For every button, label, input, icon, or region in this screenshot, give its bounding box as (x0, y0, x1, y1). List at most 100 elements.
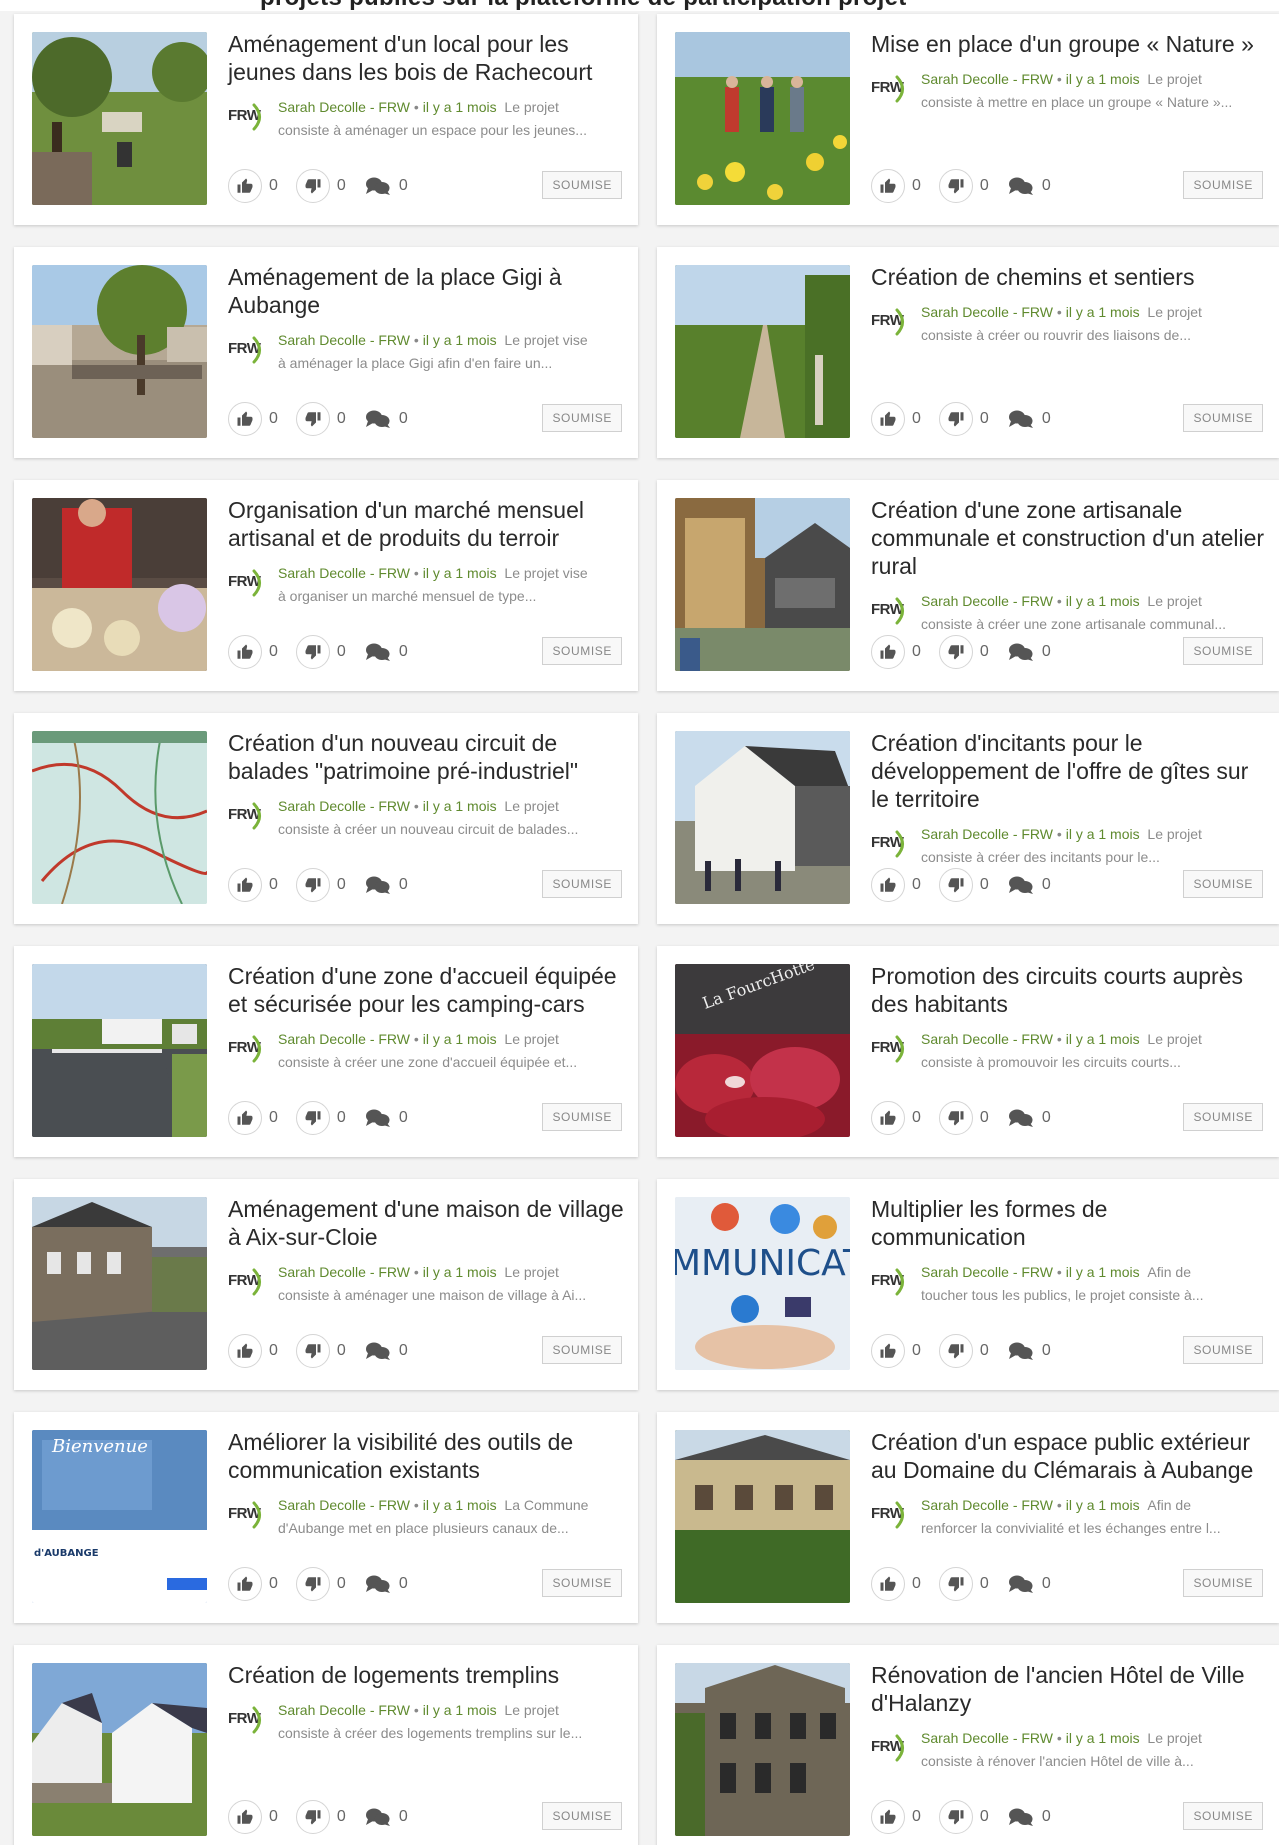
project-card[interactable]: Création d'une zone artisanale communale… (657, 480, 1279, 691)
thumbs-up-icon[interactable] (871, 402, 905, 436)
thumbs-down-icon[interactable] (938, 1800, 973, 1834)
dislike-button[interactable]: 0 (295, 1800, 346, 1834)
project-card[interactable]: Organisation d'un marché mensuel artisan… (14, 480, 638, 691)
author-name[interactable]: Sarah Decolle - FRW (278, 1031, 410, 1047)
thumbs-up-icon[interactable] (871, 1101, 905, 1135)
like-button[interactable]: 0 (871, 635, 921, 669)
author-name[interactable]: Sarah Decolle - FRW (278, 565, 410, 581)
comments-button[interactable]: 0 (364, 874, 408, 896)
thumbs-down-icon[interactable] (295, 1334, 330, 1368)
comments-icon[interactable] (1007, 1340, 1035, 1362)
like-button[interactable]: 0 (228, 1567, 278, 1601)
dislike-button[interactable]: 0 (295, 169, 346, 203)
like-button[interactable]: 0 (228, 1800, 278, 1834)
town-hall-photo[interactable] (675, 1663, 850, 1836)
dislike-button[interactable]: 0 (938, 1800, 989, 1834)
like-button[interactable]: 0 (871, 402, 921, 436)
dislike-button[interactable]: 0 (938, 1567, 989, 1601)
thumbs-down-icon[interactable] (938, 868, 973, 902)
project-card[interactable]: Aménagement de la place Gigi à Aubange F… (14, 247, 638, 458)
comments-button[interactable]: 0 (1007, 1573, 1051, 1595)
project-card[interactable]: MMUNICATI Multiplier les formes de commu… (657, 1179, 1279, 1390)
comments-icon[interactable] (364, 1573, 392, 1595)
dislike-button[interactable]: 0 (295, 635, 346, 669)
comments-icon[interactable] (364, 1340, 392, 1362)
thumbs-down-icon[interactable] (938, 1101, 973, 1135)
thumbs-down-icon[interactable] (295, 169, 330, 203)
map-photo[interactable] (32, 731, 207, 904)
thumbs-up-icon[interactable] (871, 635, 905, 669)
author-name[interactable]: Sarah Decolle - FRW (278, 1264, 410, 1280)
comments-icon[interactable] (1007, 1573, 1035, 1595)
comments-button[interactable]: 0 (1007, 408, 1051, 430)
like-button[interactable]: 0 (871, 1567, 921, 1601)
author-name[interactable]: Sarah Decolle - FRW (278, 1497, 410, 1513)
author-name[interactable]: Sarah Decolle - FRW (921, 1031, 1053, 1047)
dislike-button[interactable]: 0 (938, 169, 989, 203)
thumbs-down-icon[interactable] (938, 402, 973, 436)
like-button[interactable]: 0 (228, 1101, 278, 1135)
comments-icon[interactable] (364, 641, 392, 663)
comments-button[interactable]: 0 (1007, 1806, 1051, 1828)
thumbs-up-icon[interactable] (228, 402, 262, 436)
thumbs-down-icon[interactable] (938, 169, 973, 203)
comments-button[interactable]: 0 (364, 175, 408, 197)
comments-icon[interactable] (1007, 175, 1035, 197)
thumbs-up-icon[interactable] (228, 868, 262, 902)
thumbs-down-icon[interactable] (295, 1567, 330, 1601)
like-button[interactable]: 0 (228, 402, 278, 436)
project-card[interactable]: Création d'une zone d'accueil équipée et… (14, 946, 638, 1157)
author-name[interactable]: Sarah Decolle - FRW (278, 798, 410, 814)
project-card[interactable]: Bienvenue d'AUBANGE Améliorer la visibili… (14, 1412, 638, 1623)
project-title[interactable]: Améliorer la visibilité des outils de co… (228, 1428, 624, 1484)
project-title[interactable]: Multiplier les formes de communication (871, 1195, 1265, 1251)
author-name[interactable]: Sarah Decolle - FRW (278, 332, 410, 348)
park-photo[interactable] (32, 32, 207, 205)
thumbs-down-icon[interactable] (938, 1334, 973, 1368)
author-name[interactable]: Sarah Decolle - FRW (278, 99, 410, 115)
thumbs-down-icon[interactable] (938, 635, 973, 669)
author-name[interactable]: Sarah Decolle - FRW (921, 1497, 1053, 1513)
dislike-button[interactable]: 0 (938, 1334, 989, 1368)
comments-icon[interactable] (1007, 1107, 1035, 1129)
thumbs-up-icon[interactable] (228, 1567, 262, 1601)
project-title[interactable]: Création de chemins et sentiers (871, 263, 1265, 291)
comments-button[interactable]: 0 (1007, 641, 1051, 663)
project-card[interactable]: Aménagement d'un local pour les jeunes d… (14, 14, 638, 225)
domain-photo[interactable] (675, 1430, 850, 1603)
project-card[interactable]: Création d'un espace public extérieur au… (657, 1412, 1279, 1623)
comments-icon[interactable] (1007, 1806, 1035, 1828)
project-title[interactable]: Organisation d'un marché mensuel artisan… (228, 496, 624, 552)
comments-icon[interactable] (364, 874, 392, 896)
project-card[interactable]: Mise en place d'un groupe « Nature » FRW… (657, 14, 1279, 225)
author-name[interactable]: Sarah Decolle - FRW (921, 1730, 1053, 1746)
project-title[interactable]: Promotion des circuits courts auprès des… (871, 962, 1265, 1018)
like-button[interactable]: 0 (228, 868, 278, 902)
thumbs-down-icon[interactable] (295, 1800, 330, 1834)
author-name[interactable]: Sarah Decolle - FRW (921, 1264, 1053, 1280)
thumbs-down-icon[interactable] (295, 402, 330, 436)
comments-button[interactable]: 0 (364, 641, 408, 663)
thumbs-down-icon[interactable] (295, 868, 330, 902)
like-button[interactable]: 0 (228, 635, 278, 669)
like-button[interactable]: 0 (871, 169, 921, 203)
thumbs-up-icon[interactable] (871, 169, 905, 203)
square-photo[interactable] (32, 265, 207, 438)
thumbs-up-icon[interactable] (871, 868, 905, 902)
like-button[interactable]: 0 (871, 868, 921, 902)
project-card[interactable]: Aménagement d'une maison de village à Ai… (14, 1179, 638, 1390)
dislike-button[interactable]: 0 (295, 1567, 346, 1601)
village-house-photo[interactable] (32, 1197, 207, 1370)
thumbs-up-icon[interactable] (228, 1800, 262, 1834)
thumbs-down-icon[interactable] (938, 1567, 973, 1601)
project-card[interactable]: Création d'incitants pour le développeme… (657, 713, 1279, 924)
like-button[interactable]: 0 (228, 169, 278, 203)
author-name[interactable]: Sarah Decolle - FRW (921, 593, 1053, 609)
project-title[interactable]: Création d'un espace public extérieur au… (871, 1428, 1265, 1484)
camping-photo[interactable] (32, 964, 207, 1137)
house-photo[interactable] (675, 731, 850, 904)
website-photo[interactable]: Bienvenue d'AUBANGE (32, 1430, 207, 1603)
comments-icon[interactable] (1007, 408, 1035, 430)
thumbs-up-icon[interactable] (871, 1334, 905, 1368)
like-button[interactable]: 0 (228, 1334, 278, 1368)
